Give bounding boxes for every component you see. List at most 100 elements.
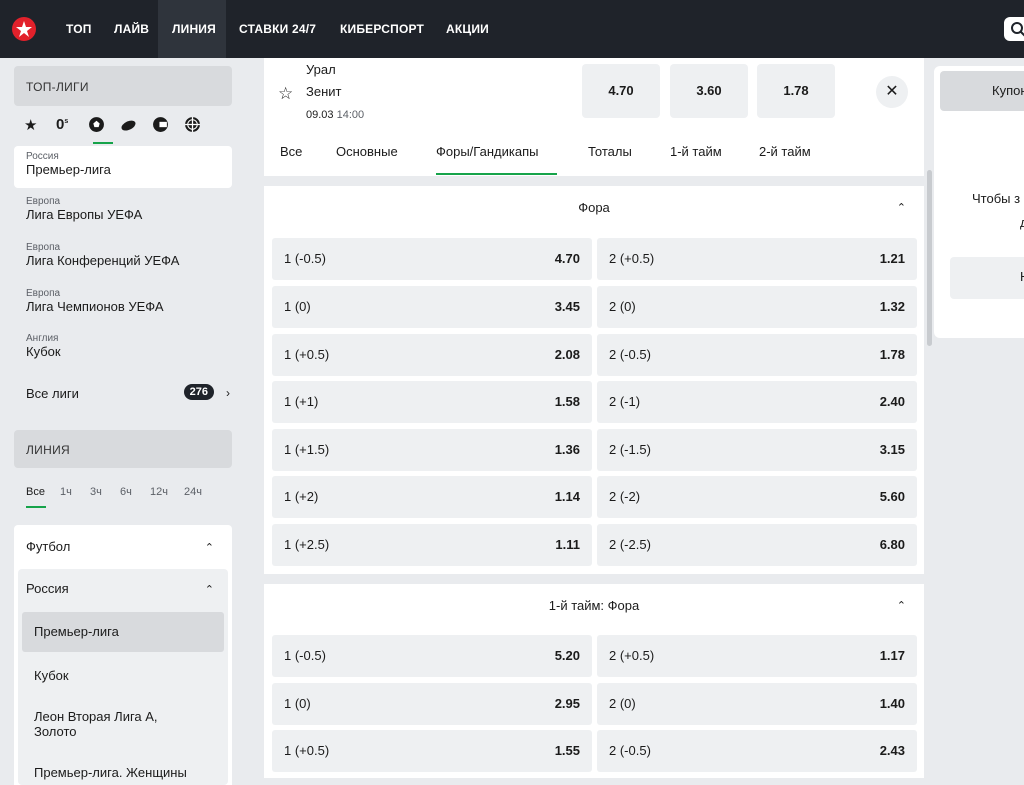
active-sport-underline	[93, 142, 113, 144]
nav-item-line[interactable]: ЛИНИЯ	[172, 22, 216, 36]
league-country: Европа	[26, 196, 61, 207]
odd-label: 1 (-0.5)	[284, 251, 326, 266]
match-time: 14:00	[336, 109, 365, 121]
odd-label: 1 (+1.5)	[284, 442, 330, 457]
odd-label: 1 (+1)	[284, 394, 319, 409]
odd-cell[interactable]: 1 (+0.5) 2.08	[272, 334, 592, 376]
esports-icon[interactable]	[152, 116, 169, 137]
country-name: Россия	[26, 581, 69, 596]
tab-first-half[interactable]: 1-й тайм	[670, 144, 722, 159]
odd-cell[interactable]: 1 (0) 2.95	[272, 683, 592, 725]
odd-cell[interactable]: 2 (+0.5) 1.21	[597, 238, 917, 280]
favorite-star-icon[interactable]: ☆	[278, 84, 293, 104]
tab-main[interactable]: Основные	[336, 144, 398, 159]
sub-league-item[interactable]: Леон Вторая Лига А, Золото	[22, 697, 224, 741]
nav-item-esports[interactable]: КИБЕРСПОРТ	[340, 22, 424, 36]
team-away: Зенит	[306, 84, 342, 99]
top-nav: ТОП ЛАЙВ ЛИНИЯ СТАВКИ 24/7 КИБЕРСПОРТ АК…	[0, 0, 1024, 58]
tab-handicaps[interactable]: Форы/Гандикапы	[436, 144, 538, 159]
odd-cell[interactable]: 1 (+2.5) 1.11	[272, 524, 592, 566]
chevron-right-icon: ›	[226, 386, 230, 400]
chevron-up-icon[interactable]: ⌃	[897, 599, 906, 612]
odd-cell[interactable]: 1 (-0.5) 5.20	[272, 635, 592, 677]
sub-league-item[interactable]: Кубок	[22, 656, 224, 696]
coupon-empty-text: Чтобы з	[972, 191, 1021, 206]
chevron-up-icon[interactable]: ⌃	[897, 201, 906, 214]
odd-button-home[interactable]: 4.70	[582, 64, 660, 118]
zero-icon[interactable]: 0s	[56, 116, 68, 133]
nav-item-bets-24-7[interactable]: СТАВКИ 24/7	[239, 22, 316, 36]
odd-cell[interactable]: 2 (-1) 2.40	[597, 381, 917, 423]
odd-cell[interactable]: 1 (+2) 1.14	[272, 476, 592, 518]
market-title: 1-й тайм: Фора	[548, 598, 640, 613]
nav-item-live[interactable]: ЛАЙВ	[114, 22, 149, 36]
sub-league-item[interactable]: Премьер-лига. Женщины	[22, 753, 224, 785]
odd-cell[interactable]: 1 (+1.5) 1.36	[272, 429, 592, 471]
odd-value: 2.08	[554, 347, 580, 362]
basketball-icon[interactable]	[184, 116, 201, 137]
nav-item-top[interactable]: ТОП	[66, 22, 92, 36]
markets-scrollbar[interactable]	[927, 170, 932, 346]
leagues-count-badge: 276	[183, 384, 214, 400]
sub-league-item[interactable]: Премьер-лига	[22, 612, 224, 652]
sidebar-league-item[interactable]: Европа Лига Конференций УЕФА	[14, 242, 232, 278]
sport-row-football[interactable]: Футбол ⌃	[14, 539, 232, 554]
odd-cell[interactable]: 2 (0) 1.40	[597, 683, 917, 725]
top-leagues-header: ТОП-ЛИГИ	[14, 66, 232, 106]
time-filter-all[interactable]: Все	[26, 486, 45, 498]
sidebar-league-item[interactable]: Россия Премьер-лига	[14, 146, 232, 188]
odd-cell[interactable]: 2 (-2.5) 6.80	[597, 524, 917, 566]
odd-cell[interactable]: 1 (-0.5) 4.70	[272, 238, 592, 280]
sidebar-league-item[interactable]: Англия Кубок	[14, 333, 232, 369]
odd-cell[interactable]: 2 (-0.5) 1.78	[597, 334, 917, 376]
odd-label: 1 (0)	[284, 696, 311, 711]
soccer-ball-icon[interactable]	[88, 116, 105, 137]
odd-cell[interactable]: 2 (-0.5) 2.43	[597, 730, 917, 772]
odd-value: 1.14	[554, 489, 580, 504]
event-markets: Урал ☆ Зенит 09.03 14:00 4.70 3.60 1.78 …	[264, 58, 924, 778]
odd-button-away[interactable]: 1.78	[757, 64, 835, 118]
time-filter-12h[interactable]: 12ч	[150, 486, 168, 498]
time-filter-6h[interactable]: 6ч	[120, 486, 132, 498]
odd-value: 6.80	[879, 537, 905, 552]
all-leagues-label: Все лиги	[26, 386, 79, 401]
odd-label: 1 (+0.5)	[284, 347, 330, 362]
market-first-half-handicap: 1-й тайм: Фора ⌃ 1 (-0.5) 5.20 2 (+0.5) 1.…	[264, 584, 924, 778]
odd-cell[interactable]: 1 (0) 3.45	[272, 286, 592, 328]
time-filter-1h[interactable]: 1ч	[60, 486, 72, 498]
odd-label: 1 (+2)	[284, 489, 319, 504]
all-leagues-link[interactable]: Все лиги 276 ›	[26, 384, 232, 401]
sidebar-league-item[interactable]: Европа Лига Европы УЕФА	[14, 196, 232, 232]
tab-all[interactable]: Все	[280, 144, 302, 159]
odd-label: 1 (+2.5)	[284, 537, 330, 552]
odd-cell[interactable]: 2 (+0.5) 1.17	[597, 635, 917, 677]
time-filter-24h[interactable]: 24ч	[184, 486, 202, 498]
time-filter-3h[interactable]: 3ч	[90, 486, 102, 498]
odd-value: 5.20	[554, 648, 580, 663]
coupon-action-button[interactable]: Н	[950, 257, 1024, 299]
sidebar-league-item[interactable]: Европа Лига Чемпионов УЕФА	[14, 288, 232, 324]
tab-totals[interactable]: Тоталы	[588, 144, 632, 159]
close-icon[interactable]: ✕	[876, 76, 908, 108]
search-button[interactable]	[1004, 17, 1024, 41]
star-icon[interactable]: ★	[24, 116, 37, 134]
odd-cell[interactable]: 2 (0) 1.32	[597, 286, 917, 328]
odd-cell[interactable]: 2 (-2) 5.60	[597, 476, 917, 518]
match-date: 09.03	[306, 109, 334, 121]
match-header-card: Урал ☆ Зенит 09.03 14:00 4.70 3.60 1.78 …	[264, 58, 924, 176]
odd-cell[interactable]: 1 (+0.5) 1.55	[272, 730, 592, 772]
hockey-puck-icon[interactable]	[120, 116, 137, 137]
country-row-russia[interactable]: Россия ⌃	[18, 581, 228, 596]
league-name: Кубок	[26, 344, 61, 359]
odd-cell[interactable]: 1 (+1) 1.58	[272, 381, 592, 423]
coupon-tab[interactable]: Купон	[940, 71, 1024, 111]
nav-item-promotions[interactable]: АКЦИИ	[446, 22, 489, 36]
sport-filter-icons: ★ 0s	[14, 114, 232, 140]
tab-second-half[interactable]: 2-й тайм	[759, 144, 811, 159]
odd-value: 1.11	[555, 537, 580, 552]
brand-logo[interactable]	[12, 17, 36, 41]
odd-button-draw[interactable]: 3.60	[670, 64, 748, 118]
odd-label: 2 (0)	[609, 696, 636, 711]
odd-cell[interactable]: 2 (-1.5) 3.15	[597, 429, 917, 471]
league-name: Премьер-лига	[26, 162, 111, 177]
